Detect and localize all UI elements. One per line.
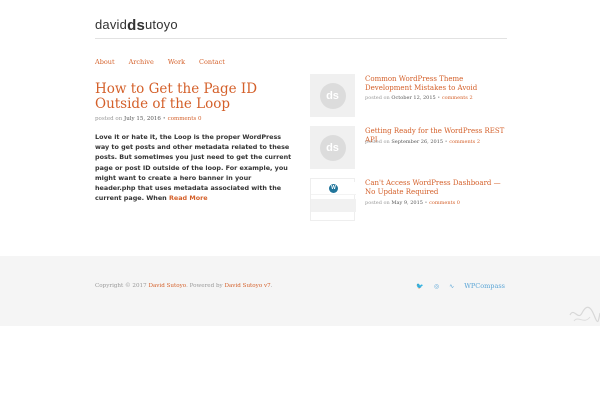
post-excerpt: Love it or hate it, the Loop is the prop… bbox=[95, 132, 293, 203]
twitter-icon[interactable]: 🐦 bbox=[416, 283, 423, 290]
author-link[interactable]: David Sutoyo bbox=[148, 283, 186, 289]
ds-logo-icon: ds bbox=[319, 82, 346, 109]
related-post-comments[interactable]: comments 0 bbox=[429, 200, 460, 206]
post-posted-on: posted on bbox=[95, 116, 123, 122]
post-meta: posted on July 15, 2016 • comments 0 bbox=[95, 116, 293, 122]
nav-contact[interactable]: Contact bbox=[199, 58, 225, 66]
main-nav: About Archive Work Contact bbox=[95, 58, 225, 66]
header-divider bbox=[95, 38, 507, 39]
post-separator: • bbox=[160, 116, 168, 122]
logo-mark: ds bbox=[127, 17, 145, 34]
related-posted-on: posted on bbox=[365, 200, 390, 206]
nav-about[interactable]: About bbox=[95, 58, 115, 66]
nav-work[interactable]: Work bbox=[168, 58, 185, 66]
dribbble-icon[interactable]: ◎ bbox=[434, 283, 439, 290]
post-thumbnail[interactable]: ds bbox=[310, 126, 355, 169]
related-post-date[interactable]: October 12, 2015 bbox=[391, 95, 435, 101]
related-post-title[interactable]: Can't Access WordPress Dashboard — No Up… bbox=[365, 179, 510, 197]
site-footer: Copyright © 2017 David Sutoyo. Powered b… bbox=[0, 256, 600, 326]
related-post-date[interactable]: May 9, 2015 bbox=[391, 200, 423, 206]
post-date[interactable]: July 15, 2016 bbox=[124, 116, 161, 122]
post-title[interactable]: How to Get the Page ID Outside of the Lo… bbox=[95, 82, 293, 112]
related-post-comments[interactable]: comments 2 bbox=[449, 139, 480, 145]
site-header: daviddsutoyo About Archive Work Contact bbox=[95, 14, 507, 66]
copyright-end: . bbox=[270, 283, 273, 289]
related-post-title[interactable]: Common WordPress Theme Development Mista… bbox=[365, 75, 510, 93]
site-logo[interactable]: daviddsutoyo bbox=[95, 14, 507, 36]
rss-icon[interactable]: ∿ bbox=[449, 283, 454, 290]
related-posted-on: posted on bbox=[365, 139, 390, 145]
related-post-meta: posted on September 26, 2015 • comments … bbox=[365, 139, 480, 145]
post-thumbnail[interactable]: W bbox=[310, 178, 356, 221]
wordpress-logo-icon: W bbox=[329, 183, 338, 193]
post-excerpt-text: Love it or hate it, the Loop is the prop… bbox=[95, 133, 292, 203]
read-more-link[interactable]: Read More bbox=[169, 194, 208, 202]
post-comments[interactable]: comments 0 bbox=[168, 116, 202, 122]
nav-archive[interactable]: Archive bbox=[129, 58, 154, 66]
related-post-meta: posted on May 9, 2015 • comments 0 bbox=[365, 200, 460, 206]
powered-text: . Powered by bbox=[186, 283, 225, 289]
related-post-meta: posted on October 12, 2015 • comments 2 bbox=[365, 95, 473, 101]
social-links: 🐦 ◎ ∿ WPCompass bbox=[416, 282, 505, 290]
ds-logo-icon: ds bbox=[319, 134, 346, 161]
post-thumbnail[interactable]: ds bbox=[310, 74, 355, 117]
wordpress-panel bbox=[311, 199, 356, 212]
related-post-date[interactable]: September 26, 2015 bbox=[391, 139, 443, 145]
copyright-text: Copyright © 2017 bbox=[95, 283, 149, 289]
logo-suffix: utoyo bbox=[144, 17, 178, 32]
wordpress-header: W bbox=[311, 182, 356, 195]
wpcompass-link[interactable]: WPCompass bbox=[464, 282, 505, 290]
powered-link[interactable]: David Sutoyo v7 bbox=[224, 283, 270, 289]
related-post-comments[interactable]: comments 2 bbox=[442, 95, 473, 101]
featured-post: How to Get the Page ID Outside of the Lo… bbox=[95, 82, 293, 203]
related-posted-on: posted on bbox=[365, 95, 390, 101]
copyright: Copyright © 2017 David Sutoyo. Powered b… bbox=[95, 283, 272, 289]
decorative-scribble-icon bbox=[569, 306, 600, 323]
logo-prefix: david bbox=[95, 17, 128, 32]
